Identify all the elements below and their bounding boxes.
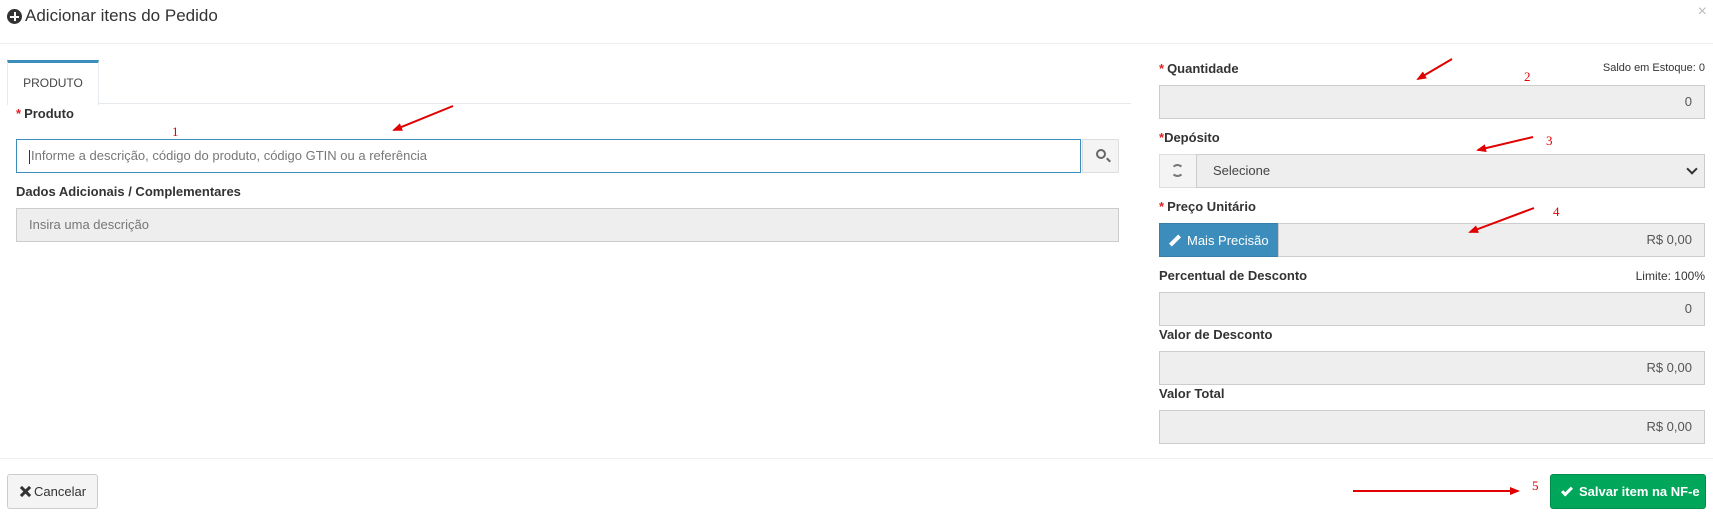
footer-divider (0, 458, 1713, 459)
pencil-icon (1168, 234, 1182, 247)
text-caret (29, 149, 30, 164)
search-icon (1096, 149, 1106, 159)
preco-unitario-label-text: Preço Unitário (1167, 199, 1256, 214)
check-icon (1560, 484, 1574, 497)
deposito-label: *Depósito (1159, 130, 1220, 145)
deposito-select[interactable]: Selecione (1196, 154, 1705, 188)
deposito-label-text: Depósito (1164, 130, 1220, 145)
produto-search-input[interactable]: Informe a descrição, código do produto, … (16, 139, 1081, 173)
close-button[interactable]: × (1698, 3, 1707, 21)
produto-search-button[interactable] (1082, 139, 1119, 173)
annotation-number-1: 1 (172, 124, 179, 139)
deposito-selected: Selecione (1213, 163, 1271, 178)
plus-circle-icon (7, 9, 22, 24)
dados-adicionais-input[interactable]: Insira uma descrição (16, 208, 1119, 242)
required-mark: * (1159, 199, 1165, 214)
limite-desconto-note: Limite: 100% (1635, 269, 1705, 283)
annotation-number-4: 4 (1553, 204, 1560, 219)
mais-precisao-label: Mais Precisão (1187, 233, 1269, 248)
save-item-button[interactable]: Salvar item na NF-e (1550, 474, 1706, 509)
refresh-icon (1171, 164, 1184, 177)
tab-produto[interactable]: PRODUTO (7, 60, 99, 105)
valor-desconto-input[interactable]: R$ 0,00 (1159, 351, 1705, 385)
required-mark: * (1159, 61, 1165, 76)
valor-desconto-label: Valor de Desconto (1159, 327, 1273, 342)
close-icon (20, 486, 31, 497)
refresh-deposito-button[interactable] (1159, 154, 1197, 188)
dados-adicionais-label: Dados Adicionais / Complementares (16, 184, 241, 199)
annotation-arrow-1 (392, 105, 454, 131)
quantidade-label-text: Quantidade (1167, 61, 1239, 76)
produto-placeholder: Informe a descrição, código do produto, … (31, 148, 427, 163)
modal-header: Adicionar itens do Pedido × (0, 0, 1713, 44)
cancel-button[interactable]: Cancelar (7, 474, 98, 509)
preco-unitario-input[interactable]: R$ 0,00 (1278, 223, 1705, 257)
mais-precisao-button[interactable]: Mais Precisão (1159, 223, 1279, 257)
annotation-arrow-3 (1476, 136, 1534, 153)
annotation-number-3: 3 (1546, 133, 1553, 148)
quantidade-input[interactable]: 0 (1159, 85, 1705, 119)
quantidade-label: * Quantidade (1159, 61, 1239, 76)
valor-total-label: Valor Total (1159, 386, 1225, 401)
modal-title: Adicionar itens do Pedido (25, 6, 218, 25)
valor-total-input: R$ 0,00 (1159, 410, 1705, 444)
required-mark: * (16, 106, 22, 121)
annotation-number-2: 2 (1524, 69, 1531, 84)
save-item-label: Salvar item na NF-e (1579, 484, 1700, 499)
tab-bar: PRODUTO (7, 60, 1131, 105)
saldo-estoque-note: Saldo em Estoque: 0 (1602, 62, 1705, 74)
preco-unitario-label: * Preço Unitário (1159, 199, 1256, 214)
dados-adicionais-placeholder: Insira uma descrição (29, 217, 149, 232)
annotation-number-5: 5 (1532, 478, 1539, 493)
annotation-arrow-2 (1416, 58, 1453, 81)
percentual-desconto-input[interactable]: 0 (1159, 292, 1705, 326)
produto-label: * Produto (16, 106, 74, 121)
percentual-desconto-label: Percentual de Desconto (1159, 268, 1308, 283)
produto-label-text: Produto (24, 106, 74, 121)
chevron-down-icon (1686, 163, 1698, 175)
cancel-label: Cancelar (34, 484, 87, 499)
